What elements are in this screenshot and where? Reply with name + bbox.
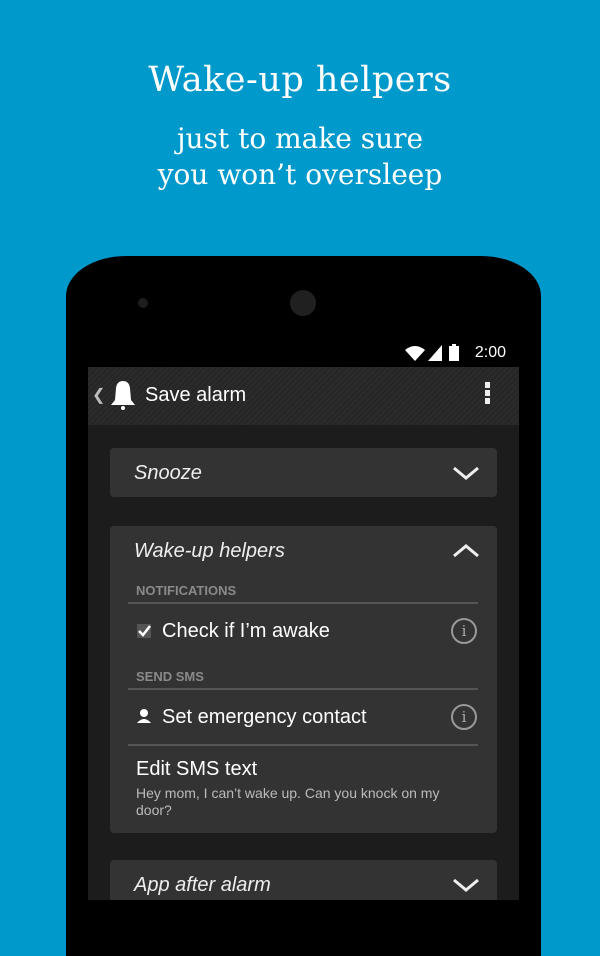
promo-subline-2: you won’t oversleep [157, 158, 443, 191]
chevron-up-icon[interactable] [451, 542, 481, 560]
edit-sms-title: Edit SMS text [136, 758, 258, 780]
phone-camera [290, 290, 316, 316]
section-title: Snooze [134, 462, 202, 484]
emergency-contact-label: Set emergency contact [162, 706, 367, 728]
checkbox-icon[interactable] [136, 623, 152, 639]
chevron-left-icon[interactable]: ❮ [92, 385, 105, 405]
overflow-menu-icon[interactable] [485, 382, 491, 406]
chevron-down-icon[interactable] [451, 876, 481, 894]
section-app-after-alarm[interactable]: App after alarm [110, 860, 497, 900]
phone-sensor [138, 298, 148, 308]
bell-icon[interactable] [110, 380, 136, 410]
action-bar-title: Save alarm [145, 384, 247, 406]
chevron-down-icon[interactable] [451, 464, 481, 482]
phone-screen: 2:00 ❮ Save alarm Snooze Wake-up helpers… [88, 338, 519, 900]
info-icon[interactable]: i [451, 618, 477, 644]
section-title: App after alarm [134, 874, 271, 896]
divider [128, 744, 478, 746]
divider [128, 688, 478, 690]
promo-subline-1: just to make sure [176, 122, 424, 155]
signal-icon [428, 345, 442, 361]
section-header[interactable]: Wake-up helpers [110, 526, 497, 574]
group-header-send-sms: SEND SMS [136, 669, 204, 684]
battery-icon [449, 344, 459, 361]
wifi-icon [405, 346, 425, 361]
promo-headline: Wake-up helpers [148, 60, 452, 100]
person-icon [137, 709, 151, 723]
status-bar: 2:00 [88, 338, 519, 367]
divider [128, 602, 478, 604]
section-wake-up-helpers: Wake-up helpers NOTIFICATIONS Check if I… [110, 526, 497, 833]
group-header-notifications: NOTIFICATIONS [136, 583, 237, 598]
edit-sms-text: Hey mom, I can’t wake up. Can you knock … [136, 785, 440, 818]
action-bar: ❮ Save alarm [88, 367, 519, 425]
info-icon[interactable]: i [451, 704, 477, 730]
check-if-awake-label: Check if I’m awake [162, 620, 330, 642]
section-title: Wake-up helpers [134, 540, 285, 562]
status-time: 2:00 [474, 344, 506, 361]
section-snooze[interactable]: Snooze [110, 448, 497, 497]
